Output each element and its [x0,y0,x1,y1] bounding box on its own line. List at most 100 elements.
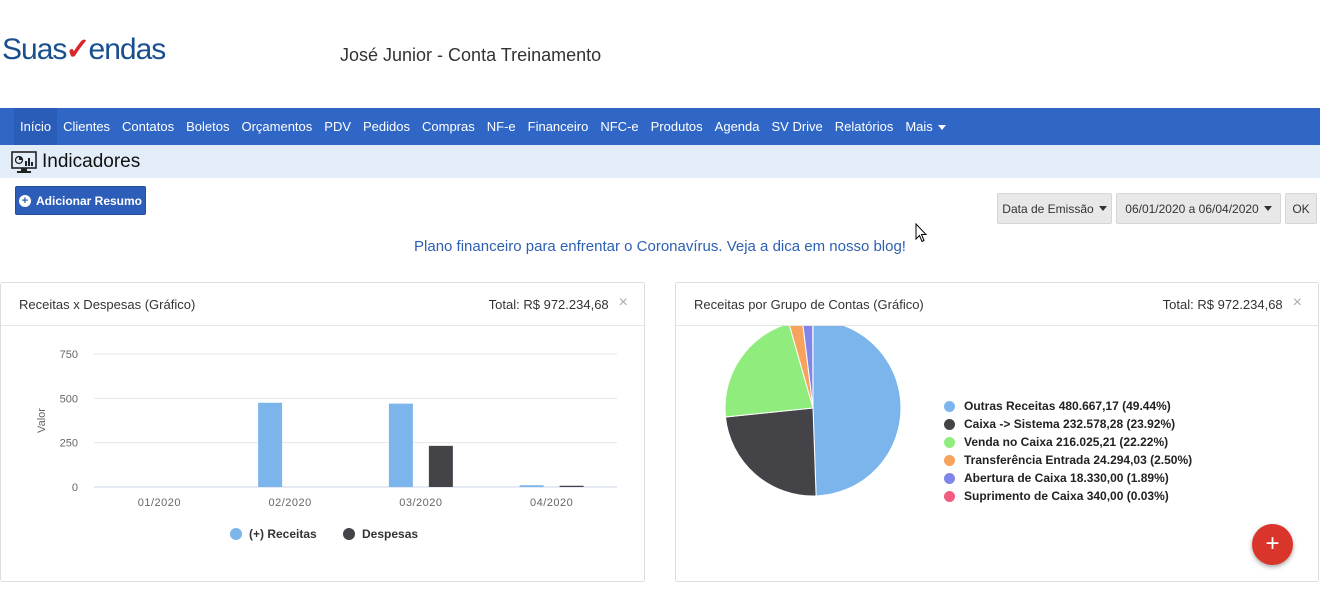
legend-label[interactable]: Despesas [362,527,418,541]
pie-legend-item[interactable]: Abertura de Caixa 18.330,00 (1.89%) [944,471,1192,485]
nav-item-label: SV Drive [771,119,823,134]
coronavirus-blog-link[interactable]: Plano financeiro para enfrentar o Corona… [0,238,1320,255]
nav-item-label: Contatos [122,119,175,134]
monitor-chart-icon [11,150,37,173]
suasvendas-logo[interactable]: Suas ✓ endas [2,32,167,67]
nav-item-sv-drive[interactable]: SV Drive [766,108,829,145]
logo-check-mark: ✓ [65,33,90,66]
pie-slice[interactable] [812,326,902,497]
panel-title: Receitas por Grupo de Contas (Gráfico) [694,296,924,312]
panel-total: Total: R$ 972.234,68 [488,296,609,312]
account-title: José Junior - Conta Treinamento [340,45,602,65]
pie-legend-item[interactable]: Caixa -> Sistema 232.578,28 (23.92%) [944,417,1192,431]
nav-item-nf-e[interactable]: NF-e [481,108,522,145]
pie-legend: Outras Receitas 480.667,17 (49.44%) Caixa… [944,399,1192,503]
nav-item-início[interactable]: Início [14,108,58,145]
income-expense-panel: Receitas x Despesas (Gráfico) Total: R$ … [0,282,645,582]
nav-item-orçamentos[interactable]: Orçamentos [235,108,318,145]
y-tick-label: 0 [72,482,78,494]
nav-item-nfc-e[interactable]: NFC-e [594,108,644,145]
bar-receitas[interactable] [519,485,544,487]
panel-title: Receitas x Despesas (Gráfico) [19,296,196,312]
date-type-dropdown[interactable]: Data de Emissão [997,193,1112,224]
legend-label: Outras Receitas 480.667,17 (49.44%) [964,399,1171,413]
date-type-label: Data de Emissão [1002,201,1094,216]
legend-marker [944,418,955,430]
x-tick-label: 03/2020 [399,497,442,509]
pie-chart [724,326,902,497]
logo-text-2: endas [88,32,167,66]
legend-label: Transferência Entrada 24.294,03 (2.50%) [964,453,1193,467]
pie-legend-item[interactable]: Venda no Caixa 216.025,21 (22.22%) [944,435,1192,449]
legend-marker [343,528,355,540]
legend-label: Caixa -> Sistema 232.578,28 (23.92%) [964,417,1176,431]
logo-text-1: Suas [2,32,67,66]
caret-down-icon [1263,206,1272,211]
nav-item-pedidos[interactable]: Pedidos [357,108,416,145]
date-range-dropdown[interactable]: 06/01/2020 a 06/04/2020 [1116,193,1281,224]
nav-item-mais[interactable]: Mais [899,108,951,145]
x-tick-label: 02/2020 [268,497,311,509]
bar-receitas[interactable] [388,403,413,487]
nav-item-agenda[interactable]: Agenda [709,108,766,145]
date-range-label: 06/01/2020 a 06/04/2020 [1125,201,1259,216]
close-icon[interactable]: × [619,294,628,311]
legend-marker [944,472,955,484]
legend-label: Venda no Caixa 216.025,21 (22.22%) [964,435,1169,449]
legend-label[interactable]: (+) Receitas [249,527,317,541]
x-tick-label: 04/2020 [530,497,573,509]
panel-header-right: Total: R$ 972.234,68 × [488,294,628,312]
bar-receitas[interactable] [258,402,283,487]
nav-items: Início Clientes Contatos Boletos Orçamentos P… [0,108,1320,145]
y-tick-label: 500 [60,393,78,405]
nav-item-label: Compras [422,119,475,134]
y-tick-label: 250 [60,438,78,450]
app-header: Suas ✓ endas José Junior - Conta Treinamen… [0,0,1330,108]
nav-item-label: Financeiro [527,119,589,134]
panel-total: Total: R$ 972.234,68 [1162,296,1283,312]
pie-legend-item[interactable]: Suprimento de Caixa 340,00 (0.03%) [944,489,1192,503]
x-tick-label: 01/2020 [138,497,181,509]
nav-item-relatórios[interactable]: Relatórios [829,108,900,145]
plus-circle-icon: + [18,194,31,207]
nav-item-compras[interactable]: Compras [416,108,481,145]
nav-item-boletos[interactable]: Boletos [180,108,235,145]
nav-item-label: Mais [905,119,933,134]
page-title: Indicadores [42,150,141,172]
ok-button[interactable]: OK [1285,193,1317,224]
panel-header-right: Total: R$ 972.234,68 × [1162,294,1302,312]
nav-item-label: Relatórios [834,119,894,134]
y-tick-label: 750 [60,349,78,361]
floating-add-button[interactable]: + [1252,524,1293,565]
nav-item-label: Produtos [650,119,703,134]
nav-item-contatos[interactable]: Contatos [116,108,180,145]
nav-item-financeiro[interactable]: Financeiro [522,108,595,145]
nav-item-clientes[interactable]: Clientes [57,108,116,145]
page-header-bar: Indicadores [0,145,1320,178]
main-navbar: Início Clientes Contatos Boletos Orçamentos P… [0,108,1320,145]
y-axis-title: Valor [36,408,48,433]
account-group-panel: Receitas por Grupo de Contas (Gráfico) T… [675,282,1319,582]
nav-item-produtos[interactable]: Produtos [645,108,709,145]
add-summary-button[interactable]: + Adicionar Resumo [15,186,146,215]
bar-despesas[interactable] [428,445,453,487]
panel-header: Receitas por Grupo de Contas (Gráfico) T… [676,283,1318,326]
caret-down-icon [937,125,946,131]
nav-item-pdv[interactable]: PDV [318,108,357,145]
pie-slice[interactable] [724,407,817,497]
bar-despesas[interactable] [559,485,584,487]
nav-item-label: Orçamentos [241,119,313,134]
panel-header: Receitas x Despesas (Gráfico) Total: R$ … [1,283,644,326]
nav-item-label: Pedidos [363,119,410,134]
close-icon[interactable]: × [1293,294,1302,311]
nav-item-label: Início [20,119,52,134]
pie-legend-item[interactable]: Outras Receitas 480.667,17 (49.44%) [944,399,1192,413]
legend-marker [944,454,955,466]
ok-label: OK [1292,201,1310,216]
pie-legend-item[interactable]: Transferência Entrada 24.294,03 (2.50%) [944,453,1192,467]
nav-item-label: Boletos [186,119,230,134]
nav-item-label: Agenda [714,119,760,134]
bar-chart: 0 250 500 750 Valor 01/2020 02/2020 03/2020 04/2… [36,349,617,541]
nav-item-label: NF-e [486,119,516,134]
legend-label: Abertura de Caixa 18.330,00 (1.89%) [964,471,1169,485]
